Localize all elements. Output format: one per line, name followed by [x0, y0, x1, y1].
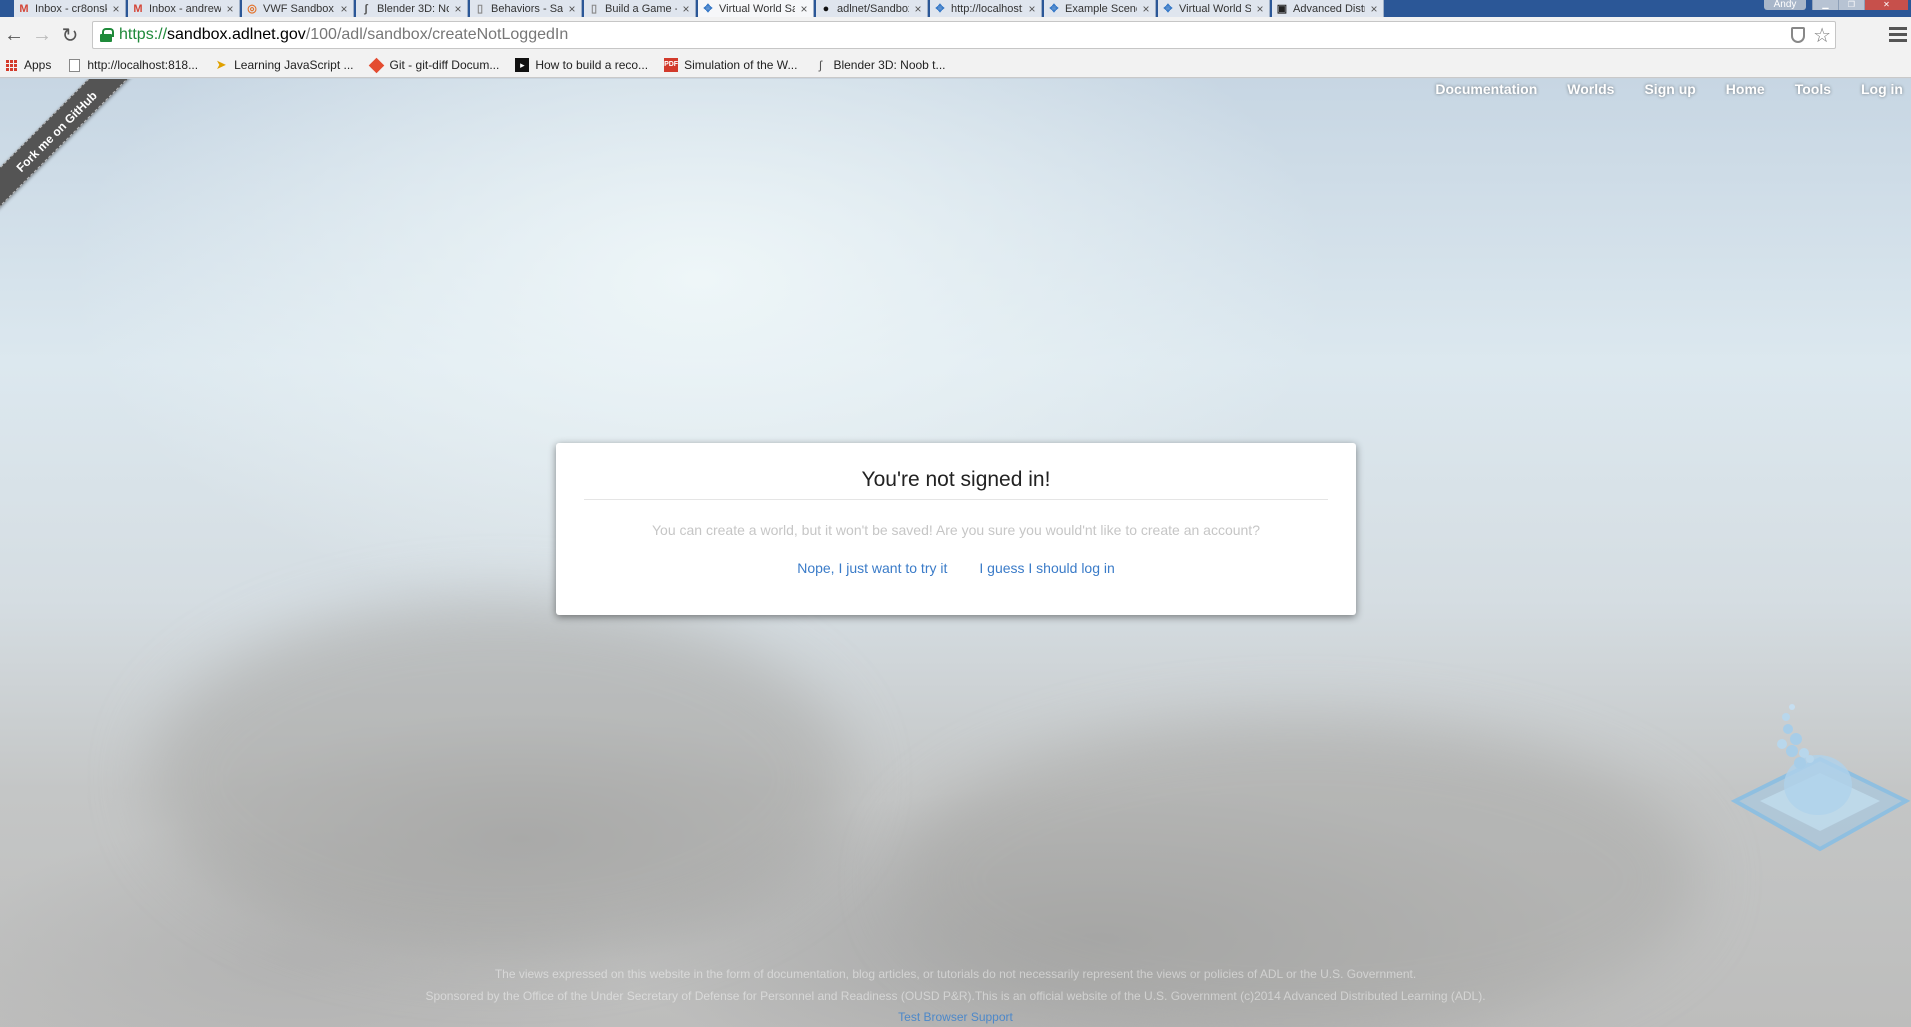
pdf-icon: PDF: [664, 58, 679, 72]
url-host: sandbox.adlnet.gov: [167, 26, 306, 43]
github-icon: ●: [822, 2, 830, 15]
test-browser-support-link[interactable]: Test Browser Support: [898, 1010, 1013, 1024]
sandbox-icon: ✥: [935, 2, 945, 15]
close-icon[interactable]: ×: [453, 2, 463, 16]
url-path: /100/adl/sandbox/createNotLoggedIn: [305, 26, 569, 43]
tab-example-scene[interactable]: ✥ Example Scene ×: [1044, 0, 1156, 17]
tab-inbox-andrew[interactable]: M Inbox - andrew.c ×: [128, 0, 240, 17]
close-icon[interactable]: ×: [111, 2, 121, 16]
bookmark-learning-javascript[interactable]: ➤ Learning JavaScript ...: [214, 57, 354, 73]
close-icon[interactable]: ×: [681, 2, 691, 16]
menu-icon[interactable]: [1889, 23, 1907, 45]
adl-icon: ▣: [1276, 2, 1288, 15]
gmail-icon: M: [19, 2, 29, 15]
background-mountain: [150, 599, 850, 959]
address-bar[interactable]: https://sandbox.adlnet.gov/100/adl/sandb…: [92, 21, 1836, 49]
back-arrow-icon[interactable]: ←: [0, 21, 28, 49]
window-controls: ▁ ❐ ✕: [1812, 0, 1908, 10]
tab-virtual-world-active[interactable]: ✥ Virtual World Sa ×: [698, 0, 814, 17]
bookmark-blender[interactable]: ʃ Blender 3D: Noob t...: [813, 58, 945, 72]
close-icon[interactable]: ×: [225, 2, 235, 16]
tab-localhost[interactable]: ✥ http://localhost: ×: [930, 0, 1042, 17]
dark-app-icon: ▸: [515, 58, 530, 72]
minimize-icon[interactable]: ▁: [1812, 0, 1838, 10]
window-close-icon[interactable]: ✕: [1864, 0, 1908, 10]
apps-icon: [4, 58, 18, 72]
blender-icon: ʃ: [364, 2, 368, 15]
dialog-message: You can create a world, but it won't be …: [652, 522, 1260, 538]
dialog-actions: Nope, I just want to try it I guess I sh…: [556, 560, 1356, 576]
page-icon: [67, 58, 81, 72]
tab-inbox-cr8onski[interactable]: M Inbox - cr8onski ×: [14, 0, 126, 17]
tab-strip: M Inbox - cr8onski × M Inbox - andrew.c …: [0, 0, 1911, 17]
footer-disclaimer: The views expressed on this website in t…: [494, 967, 1417, 981]
close-icon[interactable]: ×: [1141, 2, 1151, 16]
close-icon[interactable]: ×: [913, 2, 923, 16]
nav-home[interactable]: Home: [1726, 81, 1765, 97]
nav-documentation[interactable]: Documentation: [1435, 81, 1537, 97]
blender-icon: ʃ: [819, 58, 822, 72]
bookmark-git-diff[interactable]: Git - git-diff Docum...: [368, 57, 499, 73]
not-signed-in-dialog: You're not signed in! You can create a w…: [556, 443, 1356, 615]
page-viewport: Documentation Worlds Sign up Home Tools …: [0, 79, 1911, 1027]
close-icon[interactable]: ×: [339, 2, 349, 16]
url-scheme: https://: [119, 26, 168, 43]
gmail-icon: M: [133, 2, 143, 15]
bookmark-simulation[interactable]: PDF Simulation of the W...: [664, 58, 797, 72]
page-icon: ▯: [590, 2, 598, 15]
nav-tools[interactable]: Tools: [1795, 81, 1831, 97]
try-it-link[interactable]: Nope, I just want to try it: [797, 560, 947, 576]
page-icon: ▯: [476, 2, 484, 15]
sandbox-icon: ◎: [247, 2, 257, 15]
browser-toolbar: ← → ↻ https://sandbox.adlnet.gov/100/adl…: [0, 17, 1911, 53]
bookmark-how-to-build[interactable]: ▸ How to build a reco...: [515, 58, 648, 72]
close-icon[interactable]: ×: [1255, 2, 1265, 16]
reload-icon[interactable]: ↻: [56, 21, 84, 49]
bookmark-apps[interactable]: Apps: [4, 58, 51, 72]
tab-behaviors[interactable]: ▯ Behaviors - Sand ×: [470, 0, 582, 17]
footer-sponsor: Sponsored by the Office of the Under Sec…: [425, 989, 1486, 1003]
restore-icon[interactable]: ❐: [1838, 0, 1864, 10]
sandbox-icon: ✥: [1049, 2, 1059, 15]
dialog-title: You're not signed in!: [861, 468, 1051, 491]
sandbox-icon: ✥: [703, 2, 713, 15]
tab-blender-noob[interactable]: ʃ Blender 3D: Noo ×: [356, 0, 468, 17]
footer-link-row: Test Browser Support: [0, 1010, 1911, 1024]
nav-sign-up[interactable]: Sign up: [1644, 81, 1695, 97]
close-icon[interactable]: ×: [799, 2, 809, 16]
fork-on-github-ribbon[interactable]: Fork me on GitHub: [0, 79, 137, 212]
tab-vwf-sandbox[interactable]: ◎ VWF Sandbox - ×: [242, 0, 354, 17]
tab-adl[interactable]: ▣ Advanced Distrib ×: [1272, 0, 1384, 17]
omnibox-actions: ☆: [1791, 22, 1835, 48]
close-icon[interactable]: ×: [567, 2, 577, 16]
nav-worlds[interactable]: Worlds: [1567, 81, 1614, 97]
lock-icon[interactable]: [99, 28, 114, 42]
bookmarks-bar: Apps http://localhost:818... ➤ Learning …: [0, 53, 1911, 78]
shield-icon[interactable]: [1791, 27, 1806, 43]
site-nav: Documentation Worlds Sign up Home Tools …: [1435, 79, 1911, 99]
javascript-icon: ➤: [215, 57, 227, 72]
forward-arrow-icon[interactable]: →: [28, 21, 56, 49]
close-icon[interactable]: ×: [1027, 2, 1037, 16]
sandbox-icon: ✥: [1163, 2, 1173, 15]
bookmark-star-icon[interactable]: ☆: [1813, 23, 1831, 48]
log-in-link[interactable]: I guess I should log in: [979, 560, 1114, 576]
sandbox-logo-icon: [1730, 704, 1911, 852]
divider: [584, 499, 1328, 500]
git-icon: [368, 57, 385, 73]
bookmark-localhost[interactable]: http://localhost:818...: [67, 58, 198, 72]
tab-github-sandbox[interactable]: ● adlnet/Sandbox ×: [816, 0, 928, 17]
nav-log-in[interactable]: Log in: [1861, 81, 1903, 97]
tab-virtual-world-2[interactable]: ✥ Virtual World Sa ×: [1158, 0, 1270, 17]
tab-build-a-game[interactable]: ▯ Build a Game - S ×: [584, 0, 696, 17]
profile-button[interactable]: Andy: [1764, 0, 1806, 10]
close-icon[interactable]: ×: [1369, 2, 1379, 16]
